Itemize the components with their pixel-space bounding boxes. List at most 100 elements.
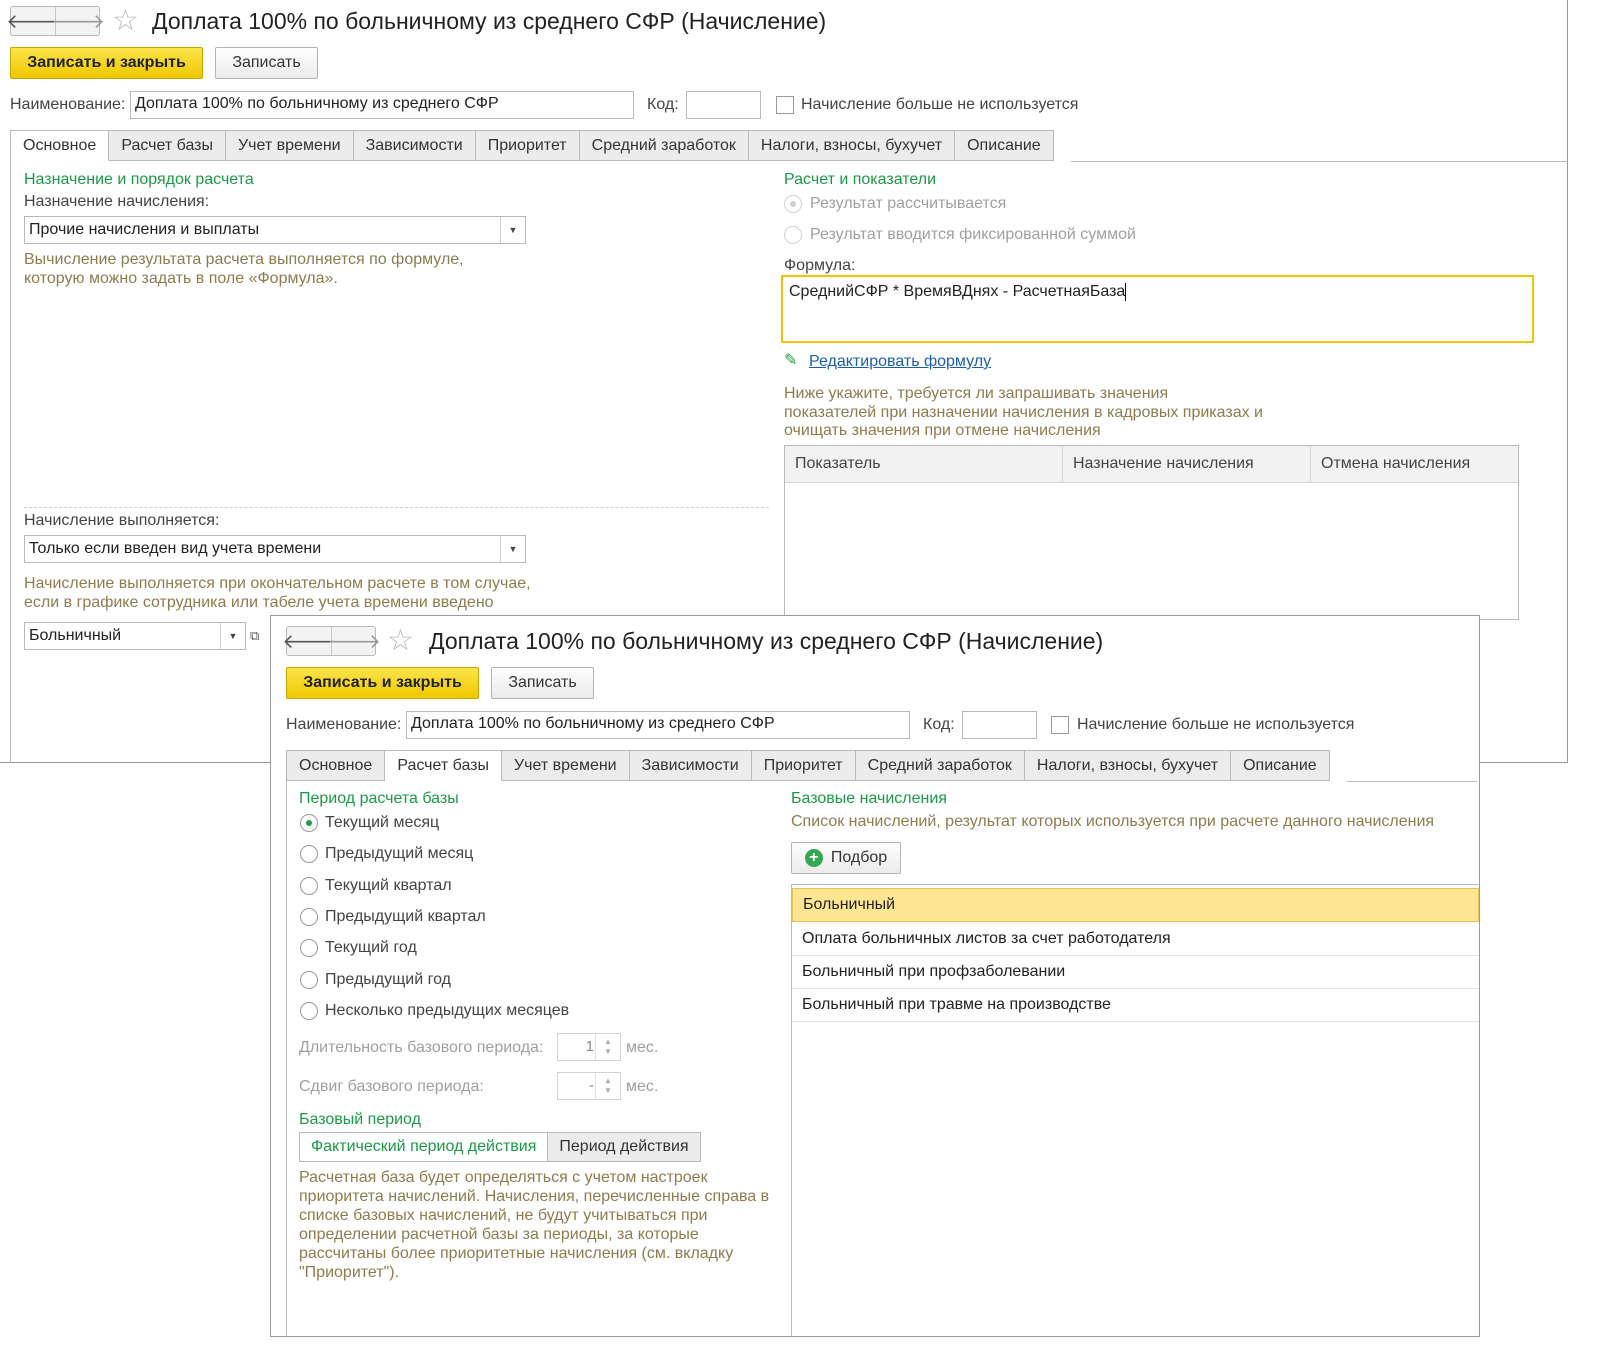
period-label: Несколько предыдущих месяцев bbox=[325, 1002, 570, 1019]
period-label: Предыдущий год bbox=[325, 971, 451, 988]
tab-base-calc[interactable]: Расчет базы bbox=[385, 750, 502, 781]
radio-result-fixed[interactable] bbox=[784, 226, 802, 244]
back-arrow-icon[interactable]: 🡐 bbox=[282, 627, 336, 655]
save-button[interactable]: Записать bbox=[215, 47, 318, 79]
radio-result-calculated[interactable] bbox=[784, 195, 802, 213]
radio-period-previous-month[interactable] bbox=[300, 845, 318, 863]
dropdown-arrow-icon[interactable]: ▼ bbox=[500, 536, 525, 562]
unused-label: Начисление больше не используется bbox=[1077, 716, 1355, 733]
favorite-star-icon[interactable]: ☆ bbox=[387, 626, 414, 656]
name-input[interactable]: Доплата 100% по больничному из среднего … bbox=[130, 91, 634, 119]
tab-taxes[interactable]: Налоги, взносы, бухучет bbox=[748, 130, 956, 161]
tab-dependencies[interactable]: Зависимости bbox=[629, 750, 752, 781]
dropdown-arrow-icon[interactable]: ▼ bbox=[500, 217, 525, 243]
tab-description[interactable]: Описание bbox=[1231, 750, 1330, 781]
code-input[interactable] bbox=[962, 711, 1037, 739]
radio-period-current-year[interactable] bbox=[300, 939, 318, 957]
tab-time-tracking[interactable]: Учет времени bbox=[226, 130, 354, 161]
indicators-table[interactable]: Показатель Назначение начисления Отмена … bbox=[784, 445, 1519, 620]
period-label: Предыдущий месяц bbox=[325, 845, 474, 862]
time-type-value: Больничный bbox=[29, 627, 122, 644]
pick-button[interactable]: + Подбор bbox=[791, 842, 901, 874]
purpose-value: Прочие начисления и выплаты bbox=[29, 221, 260, 238]
tab-bar: Основное Расчет базы Учет времени Зависи… bbox=[286, 750, 1330, 781]
tab-main[interactable]: Основное bbox=[286, 750, 386, 781]
code-input[interactable] bbox=[686, 91, 761, 119]
column-header-cancel[interactable]: Отмена начисления bbox=[1310, 446, 1520, 482]
forward-arrow-icon[interactable]: 🡒 bbox=[327, 627, 381, 655]
pencil-icon: ✎ bbox=[784, 352, 798, 369]
name-label: Наименование: bbox=[286, 716, 402, 733]
indicators-hint-line3: очищать значения при отмене начисления bbox=[784, 422, 1101, 439]
tab-priority[interactable]: Приоритет bbox=[475, 130, 580, 161]
radio-period-current-month[interactable] bbox=[300, 814, 318, 832]
period-label: Текущий месяц bbox=[325, 814, 440, 831]
forward-arrow-icon[interactable]: 🡒 bbox=[51, 7, 105, 35]
tab-divider bbox=[1347, 781, 1477, 782]
save-and-close-button[interactable]: Записать и закрыть bbox=[10, 47, 203, 79]
stepper-arrows-icon[interactable]: ▲ ▼ bbox=[595, 1073, 620, 1099]
tab-description[interactable]: Описание bbox=[955, 130, 1054, 161]
stepper-arrows-icon[interactable]: ▲ ▼ bbox=[595, 1034, 620, 1060]
purpose-hint-line1: Вычисление результата расчета выполняетс… bbox=[24, 251, 464, 268]
period-title: Период расчета базы bbox=[299, 790, 459, 807]
period-label: Текущий квартал bbox=[325, 877, 452, 894]
nav-buttons: 🡐 🡒 bbox=[6, 6, 105, 36]
text-cursor bbox=[1125, 283, 1127, 301]
list-item[interactable]: Больничный при профзаболевании bbox=[792, 955, 1479, 989]
window-title: Доплата 100% по больничному из среднего … bbox=[152, 8, 827, 34]
save-button[interactable]: Записать bbox=[491, 667, 594, 699]
edit-formula-link[interactable]: Редактировать формулу bbox=[809, 353, 991, 371]
formula-field[interactable]: СреднийСФР * ВремяВДнях - РасчетнаяБаза bbox=[781, 275, 1534, 343]
unused-checkbox[interactable] bbox=[1051, 716, 1069, 734]
list-item[interactable]: Больничный при травме на производстве bbox=[792, 988, 1479, 1022]
tab-time-tracking[interactable]: Учет времени bbox=[502, 750, 630, 781]
shift-stepper[interactable]: - ▲ ▼ bbox=[557, 1072, 621, 1100]
purpose-label: Назначение начисления: bbox=[24, 193, 210, 210]
tab-average-earnings[interactable]: Средний заработок bbox=[855, 750, 1025, 781]
column-header-indicator[interactable]: Показатель bbox=[785, 446, 1063, 482]
unused-checkbox[interactable] bbox=[776, 96, 794, 114]
base-accruals-list[interactable]: Больничный Оплата больничных листов за с… bbox=[791, 884, 1479, 1336]
favorite-star-icon[interactable]: ☆ bbox=[112, 6, 139, 36]
tab-average-earnings[interactable]: Средний заработок bbox=[579, 130, 749, 161]
radio-period-current-quarter[interactable] bbox=[300, 877, 318, 895]
purpose-select[interactable]: Прочие начисления и выплаты ▼ bbox=[24, 216, 526, 244]
column-header-assignment[interactable]: Назначение начисления bbox=[1062, 446, 1310, 482]
save-and-close-button[interactable]: Записать и закрыть bbox=[286, 667, 479, 699]
exec-value: Только если введен вид учета времени bbox=[29, 540, 322, 557]
tab-priority[interactable]: Приоритет bbox=[751, 750, 856, 781]
exec-select[interactable]: Только если введен вид учета времени ▼ bbox=[24, 535, 526, 563]
code-label: Код: bbox=[647, 96, 679, 113]
exec-hint-line1: Начисление выполняется при окончательном… bbox=[24, 575, 531, 592]
window-base-calc: 🡐 🡒 ☆ Доплата 100% по больничному из сре… bbox=[270, 615, 1480, 1337]
shift-label: Сдвиг базового периода: bbox=[299, 1078, 484, 1095]
tab-main[interactable]: Основное bbox=[10, 130, 110, 161]
purpose-hint-line2: которую можно задать в поле «Формула». bbox=[24, 270, 338, 287]
radio-period-several-months[interactable] bbox=[300, 1002, 318, 1020]
tab-taxes[interactable]: Налоги, взносы, бухучет bbox=[1024, 750, 1232, 781]
shift-value: - bbox=[589, 1077, 594, 1094]
duration-unit: мес. bbox=[626, 1039, 659, 1056]
segment-actual-period[interactable]: Фактический период действия bbox=[299, 1132, 549, 1162]
back-arrow-icon[interactable]: 🡐 bbox=[6, 7, 60, 35]
tab-base-calc[interactable]: Расчет базы bbox=[109, 130, 226, 161]
radio-period-previous-quarter[interactable] bbox=[300, 908, 318, 926]
unused-label: Начисление больше не используется bbox=[801, 96, 1079, 113]
list-item[interactable]: Оплата больничных листов за счет работод… bbox=[792, 922, 1479, 956]
open-icon[interactable]: ⧉ bbox=[250, 628, 259, 644]
window-title: Доплата 100% по больничному из среднего … bbox=[429, 628, 1104, 654]
tab-dependencies[interactable]: Зависимости bbox=[353, 130, 476, 161]
purpose-section-title: Назначение и порядок расчета bbox=[24, 171, 254, 188]
segment-period[interactable]: Период действия bbox=[548, 1132, 701, 1162]
radio-period-previous-year[interactable] bbox=[300, 971, 318, 989]
dropdown-arrow-icon[interactable]: ▼ bbox=[220, 623, 245, 649]
name-input[interactable]: Доплата 100% по больничному из среднего … bbox=[406, 711, 910, 739]
time-type-select[interactable]: Больничный ▼ bbox=[24, 622, 246, 650]
base-period-toggle: Фактический период действия Период дейст… bbox=[299, 1132, 701, 1162]
duration-stepper[interactable]: 1 ▲ ▼ bbox=[557, 1033, 621, 1061]
list-item[interactable]: Больничный bbox=[792, 888, 1479, 922]
duration-value: 1 bbox=[585, 1038, 594, 1055]
base-period-title: Базовый период bbox=[299, 1111, 421, 1128]
tab-bar: Основное Расчет базы Учет времени Зависи… bbox=[10, 130, 1054, 161]
